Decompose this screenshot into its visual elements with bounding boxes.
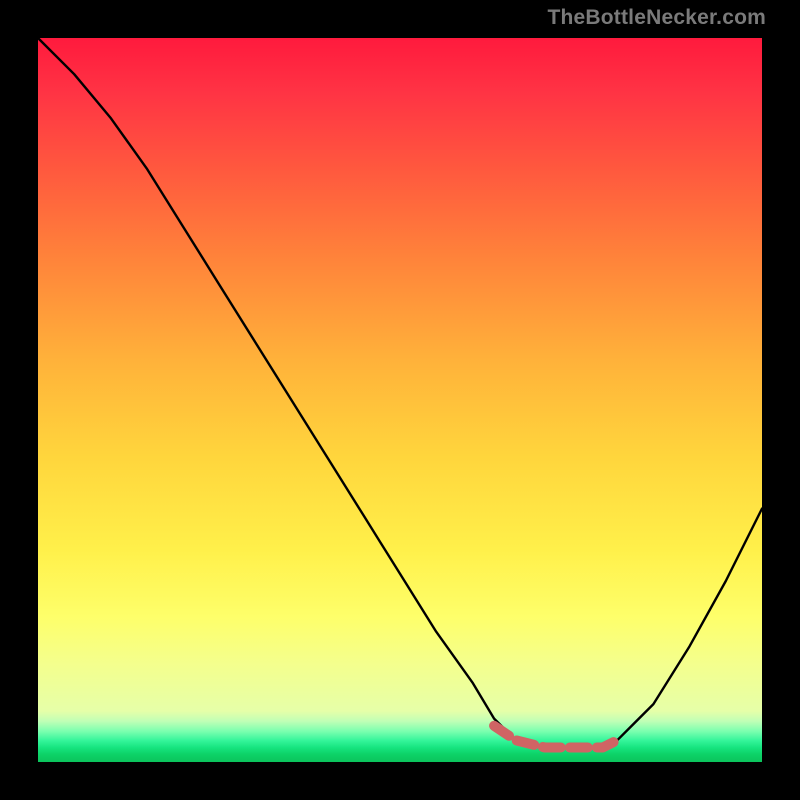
chart-frame: TheBottleNecker.com: [0, 0, 800, 800]
bottleneck-curve-line: [38, 38, 762, 748]
curve-layer: [38, 38, 762, 762]
watermark-text: TheBottleNecker.com: [547, 6, 766, 30]
plot-area: [38, 38, 762, 762]
trough-highlight-line: [494, 726, 617, 748]
